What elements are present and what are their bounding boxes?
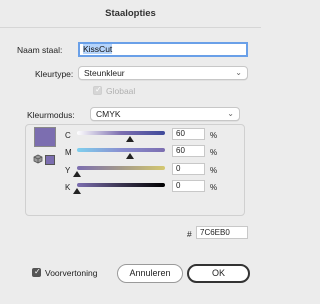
slider-label-m: M [65,148,72,157]
yellow-unit: % [210,166,218,175]
chevron-down-icon: ⌄ [235,68,242,77]
color-preview-swatch [34,127,56,147]
out-of-gamut-swatch[interactable] [45,155,55,165]
swatch-name-label: Naam staal: [17,45,63,55]
hex-symbol: # [187,229,192,239]
preview-label: Voorvertoning [45,268,98,278]
cyan-slider-track[interactable] [77,131,165,135]
global-label: Globaal [106,86,136,96]
magenta-slider-thumb[interactable] [125,153,134,159]
color-type-value: Steunkleur [84,68,125,78]
black-unit: % [210,183,218,192]
swatch-name-input[interactable]: KissCut [78,42,248,57]
black-slider-track[interactable] [77,183,165,187]
color-type-label: Kleurtype: [35,69,74,79]
color-mode-label: Kleurmodus: [27,110,75,120]
black-slider-thumb[interactable] [73,188,81,194]
preview-checkbox[interactable]: ✓ [32,267,41,277]
color-mode-select[interactable]: CMYK ⌄ [90,107,240,121]
cyan-unit: % [210,131,218,140]
cyan-slider-thumb[interactable] [125,136,134,142]
swatch-name-value: KissCut [83,44,113,54]
cancel-button[interactable]: Annuleren [117,264,183,283]
chevron-down-icon: ⌄ [227,109,234,118]
magenta-value-field[interactable]: 60 [172,145,205,157]
hex-value-field[interactable]: 7C6EB0 [196,226,248,239]
checkmark-icon: ✓ [95,85,102,94]
cube-icon[interactable] [33,154,43,164]
cyan-value-field[interactable]: 60 [172,128,205,140]
global-checkbox[interactable]: ✓ [93,85,102,95]
black-value-field[interactable]: 0 [172,180,205,192]
color-mode-value: CMYK [96,109,121,119]
ok-button[interactable]: OK [187,264,250,283]
yellow-slider-thumb[interactable] [73,171,81,177]
magenta-unit: % [210,148,218,157]
slider-label-c: C [65,131,71,140]
magenta-slider-track[interactable] [77,148,165,152]
dialog-title: Staalopties [0,0,261,28]
yellow-value-field[interactable]: 0 [172,163,205,175]
yellow-slider-track[interactable] [77,166,165,170]
checkmark-icon: ✓ [34,267,41,276]
color-type-select[interactable]: Steunkleur ⌄ [78,66,248,80]
